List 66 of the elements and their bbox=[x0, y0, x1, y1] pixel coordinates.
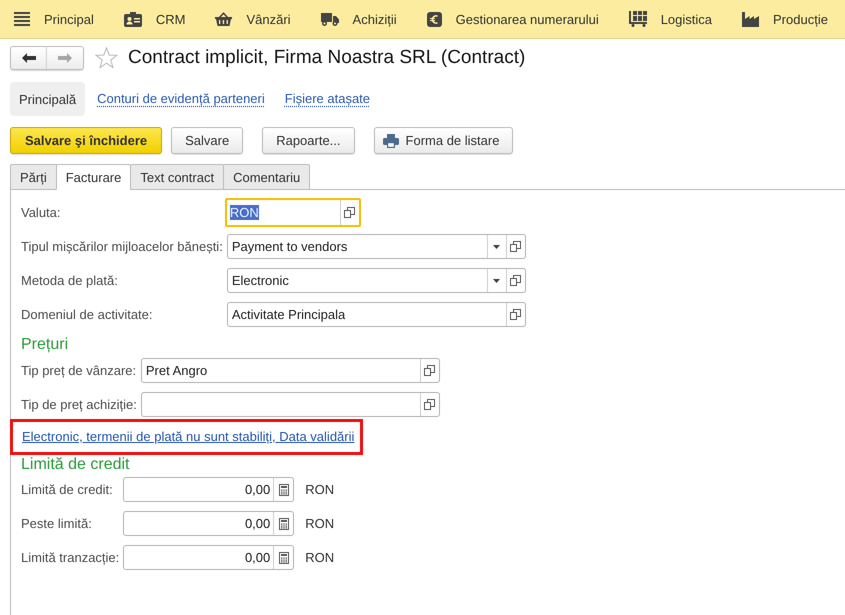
number-field[interactable]: 0,00 bbox=[123, 511, 294, 536]
currency-unit: RON bbox=[305, 482, 334, 497]
caret-icon bbox=[493, 244, 500, 248]
field-label: Tip preț de vânzare: bbox=[21, 363, 137, 378]
currency-unit: RON bbox=[305, 550, 334, 565]
dropdown-field[interactable]: Payment to vendors bbox=[226, 234, 526, 259]
menu-item[interactable]: Vânzări bbox=[201, 0, 307, 38]
menu-icon bbox=[14, 12, 30, 26]
star-icon[interactable] bbox=[95, 47, 118, 69]
calculator-icon bbox=[278, 484, 289, 496]
payment-terms-link[interactable]: Electronic, termenii de plată nu sunt stabiliți, Data validării bbox=[22, 429, 354, 444]
field-label: Limită tranzacție: bbox=[21, 550, 120, 565]
tab[interactable]: Comentariu bbox=[223, 164, 310, 190]
back-arrow-icon bbox=[22, 53, 36, 63]
boxes-cart-icon bbox=[628, 11, 647, 27]
menu-item[interactable]: Gestionarea numerarului bbox=[412, 0, 615, 38]
text-field[interactable]: RON bbox=[224, 198, 361, 227]
menu-item[interactable]: Logistica bbox=[614, 0, 728, 38]
field-label: Domeniul de activitate: bbox=[21, 307, 154, 322]
reports-button[interactable]: Rapoarte... bbox=[262, 127, 355, 154]
section-heading: Limită de credit bbox=[21, 455, 130, 475]
back-button[interactable] bbox=[10, 46, 47, 70]
overlapping-squares-icon bbox=[424, 399, 436, 410]
section-tab[interactable]: Principală bbox=[10, 82, 86, 116]
form-title: Contract implicit, Firma Noastra SRL (Contract) bbox=[128, 47, 526, 69]
field-label: Limită de credit: bbox=[21, 482, 114, 497]
overlapping-squares-icon bbox=[510, 275, 522, 286]
section-tab[interactable]: Fișiere atașate bbox=[284, 90, 370, 108]
currency-unit: RON bbox=[305, 516, 334, 531]
field-label: Valuta: bbox=[21, 205, 62, 220]
text-field[interactable]: Activitate Principala bbox=[226, 302, 526, 327]
id-card-icon bbox=[124, 12, 142, 26]
tab[interactable]: Facturare bbox=[56, 164, 132, 190]
menu-item[interactable]: Achiziții bbox=[306, 0, 413, 38]
overlapping-squares-icon bbox=[510, 241, 522, 252]
factory-icon bbox=[742, 12, 760, 26]
dropdown-field[interactable]: Electronic bbox=[226, 268, 526, 293]
caret-icon bbox=[493, 278, 500, 282]
euro-icon bbox=[426, 12, 442, 26]
truck-icon bbox=[320, 12, 339, 26]
forward-arrow-icon bbox=[58, 53, 72, 63]
menu-item[interactable]: Producție bbox=[728, 0, 844, 38]
overlapping-squares-icon bbox=[424, 365, 436, 376]
overlapping-squares-icon bbox=[510, 309, 522, 320]
overlapping-squares-icon bbox=[344, 207, 356, 218]
section-tab[interactable]: Conturi de evidență parteneri bbox=[97, 90, 265, 108]
save-button[interactable]: Salvare bbox=[171, 127, 244, 154]
basket-icon bbox=[215, 12, 232, 26]
field-label: Peste limită: bbox=[21, 516, 93, 531]
field-label: Tipul mișcărilor mijloacelor bănești: bbox=[21, 239, 223, 254]
field-label: Metoda de plată: bbox=[21, 273, 119, 288]
tab[interactable]: Părți bbox=[10, 164, 57, 190]
print-form-button[interactable]: Forma de listare bbox=[374, 127, 514, 154]
number-field[interactable]: 0,00 bbox=[123, 477, 294, 502]
printer-icon bbox=[382, 134, 399, 148]
calculator-icon bbox=[278, 552, 289, 564]
tab[interactable]: Text contract bbox=[130, 164, 224, 190]
text-field[interactable]: Pret Angro bbox=[140, 358, 440, 383]
menu-item[interactable]: CRM bbox=[110, 0, 202, 38]
section-heading: Prețuri bbox=[21, 335, 70, 355]
number-field[interactable]: 0,00 bbox=[123, 545, 294, 570]
menu-item[interactable]: Principal bbox=[0, 0, 110, 38]
save-and-close-button[interactable]: Salvare şi închidere bbox=[10, 127, 162, 154]
calculator-icon bbox=[278, 518, 289, 530]
field-label: Tip de preț achiziție: bbox=[21, 397, 137, 412]
text-field[interactable] bbox=[140, 392, 440, 417]
